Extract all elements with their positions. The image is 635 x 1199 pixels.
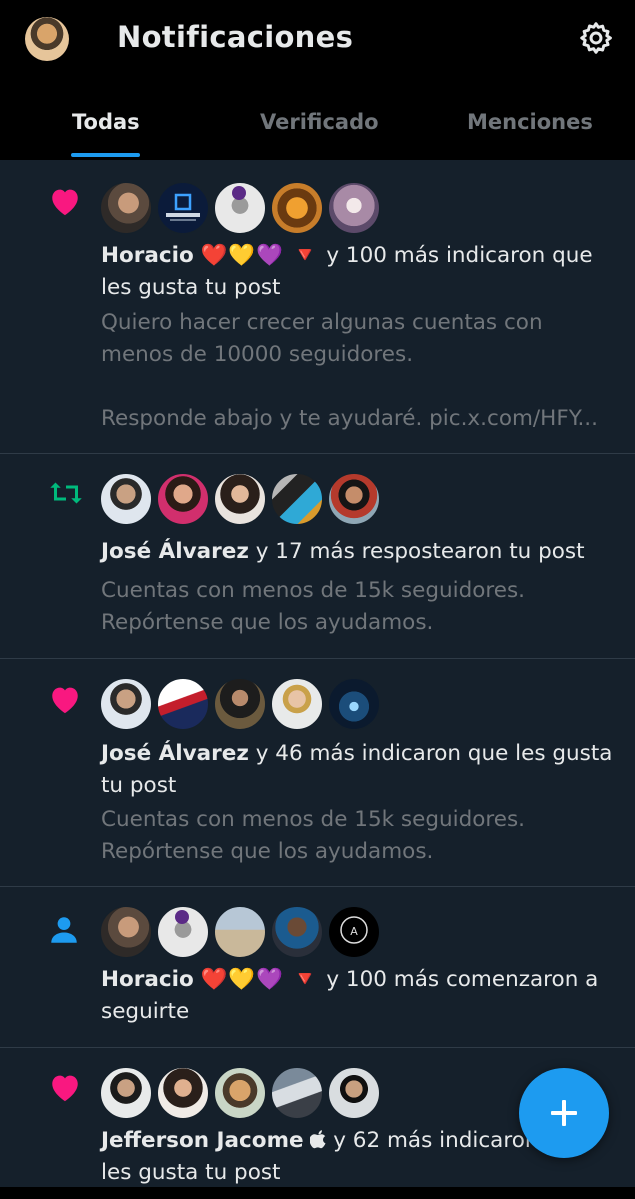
actor-name: José Álvarez xyxy=(101,539,249,564)
post-preview: Quiero hacer crecer algunas cuentas con … xyxy=(101,310,598,431)
tab-menciones[interactable]: Menciones xyxy=(467,110,593,134)
avatar[interactable] xyxy=(214,473,266,525)
notification-text: José Álvarez y 17 más respostearon tu po… xyxy=(101,536,621,568)
avatar[interactable] xyxy=(157,678,209,730)
heart-icon xyxy=(52,687,78,714)
avatar[interactable] xyxy=(100,906,152,958)
avatar[interactable] xyxy=(271,473,323,525)
svg-text:A: A xyxy=(350,925,358,938)
actor-name: Jefferson Jacome xyxy=(101,1128,304,1153)
notification-tabs: Todas Verificado Menciones xyxy=(0,96,635,160)
notification-item[interactable]: Horacio ❤️💛💜 🔻 y 100 más indicaron que l… xyxy=(0,160,635,454)
avatar[interactable] xyxy=(214,182,266,234)
notification-text: Horacio ❤️💛💜 🔻 y 100 más indicaron que l… xyxy=(101,240,621,304)
avatar[interactable] xyxy=(328,678,380,730)
top-bar: Notificaciones Todas Verificado Mencione… xyxy=(0,0,635,160)
post-preview: Cuentas con menos de 15k seguidores. Rep… xyxy=(101,807,526,864)
person-icon xyxy=(51,917,77,943)
avatar[interactable] xyxy=(271,182,323,234)
avatar[interactable] xyxy=(328,1067,380,1119)
avatar[interactable] xyxy=(100,473,152,525)
heart-icon xyxy=(52,1075,78,1102)
avatar[interactable] xyxy=(100,182,152,234)
avatar[interactable] xyxy=(328,182,380,234)
plus-icon xyxy=(551,1100,577,1126)
notifications-screen: Notificaciones Todas Verificado Mencione… xyxy=(0,0,635,1199)
gear-icon[interactable] xyxy=(578,20,614,56)
avatar[interactable] xyxy=(328,473,380,525)
heart-icon xyxy=(52,189,78,216)
actor-name: José Álvarez xyxy=(101,741,249,766)
active-tab-indicator xyxy=(71,153,140,157)
post-preview: Cuentas con menos de 15k seguidores. Rep… xyxy=(101,578,526,635)
actor-name: Horacio xyxy=(101,967,194,992)
avatar[interactable] xyxy=(214,678,266,730)
avatar[interactable]: A xyxy=(328,906,380,958)
apple-icon xyxy=(309,1130,326,1149)
avatar[interactable] xyxy=(271,1067,323,1119)
notification-item[interactable]: José Álvarez y 17 más respostearon tu po… xyxy=(0,453,635,659)
page-title: Notificaciones xyxy=(117,20,354,54)
avatar[interactable] xyxy=(157,182,209,234)
notification-text: José Álvarez y 46 más indicaron que les … xyxy=(101,738,621,802)
bottom-edge xyxy=(0,1187,635,1199)
tab-verificado[interactable]: Verificado xyxy=(260,110,379,134)
notification-text: Horacio ❤️💛💜 🔻 y 100 más comenzaron a se… xyxy=(101,964,621,1028)
avatar[interactable] xyxy=(157,473,209,525)
avatar[interactable] xyxy=(214,1067,266,1119)
name-emoji: ❤️💛💜 🔻 xyxy=(200,967,320,992)
notification-item[interactable]: A Horacio ❤️💛💜 🔻 y 100 más comenzaron a … xyxy=(0,886,635,1048)
avatar[interactable] xyxy=(271,678,323,730)
notification-item[interactable]: José Álvarez y 46 más indicaron que les … xyxy=(0,658,635,887)
actor-name: Horacio xyxy=(101,243,194,268)
avatar[interactable] xyxy=(157,906,209,958)
avatar[interactable] xyxy=(271,906,323,958)
profile-avatar[interactable] xyxy=(25,17,69,61)
repost-icon xyxy=(50,482,82,504)
compose-button[interactable] xyxy=(519,1068,609,1158)
tab-todas[interactable]: Todas xyxy=(72,110,140,134)
avatar[interactable] xyxy=(100,678,152,730)
avatar[interactable] xyxy=(214,906,266,958)
avatar[interactable] xyxy=(157,1067,209,1119)
avatar[interactable] xyxy=(100,1067,152,1119)
name-emoji: ❤️💛💜 🔻 xyxy=(200,243,320,268)
notification-action: y 17 más respostearon tu post xyxy=(248,539,585,564)
